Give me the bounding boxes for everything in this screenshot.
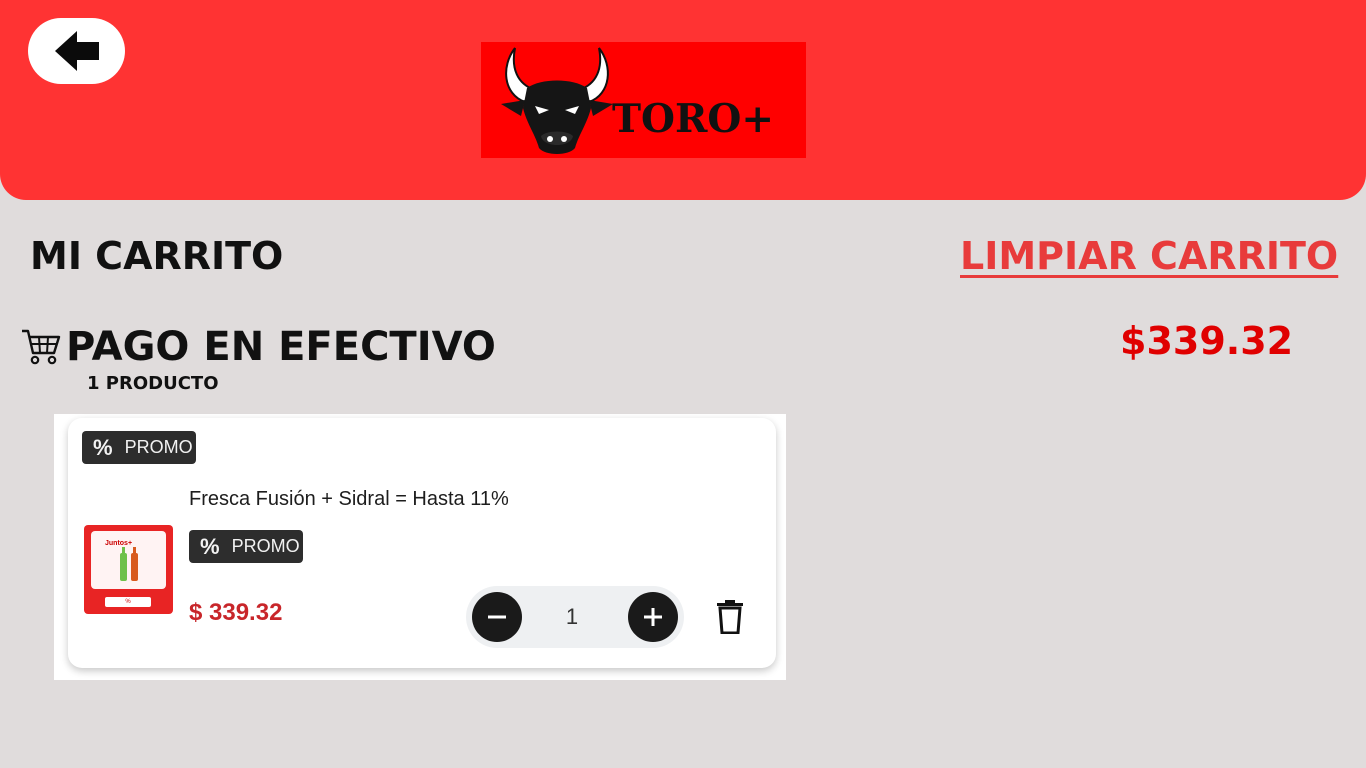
promo-badge-label: PROMO [231,536,300,556]
cart-total: $339.32 [1120,319,1294,363]
arrow-left-icon [54,31,99,71]
quantity-stepper: 1 [466,586,684,648]
product-price: $ 339.32 [189,599,283,626]
product-name: Fresca Fusión + Sidral = Hasta 11% [189,488,509,510]
plus-icon [644,608,662,626]
bull-head-icon [501,47,613,154]
quantity-value: 1 [565,604,579,629]
cart-item-panel: % PROMO Juntos+ % Fresca Fusión + Sidral… [54,414,786,680]
increase-quantity-button[interactable] [628,592,678,642]
back-button[interactable] [28,18,125,84]
product-image-label: Juntos+ [105,540,133,547]
trash-icon[interactable] [716,600,744,634]
app-header: TORO+ [0,0,1366,200]
brand-logo: TORO+ [481,42,806,158]
clear-cart-link[interactable]: LIMPIAR CARRITO [960,230,1338,282]
cart-item-card: % PROMO Juntos+ % Fresca Fusión + Sidral… [68,418,776,668]
product-count: 1 PRODUCTO [87,373,219,394]
payment-method-title: PAGO EN EFECTIVO [66,324,496,370]
minus-icon [488,615,506,619]
product-image-tag: % [105,597,151,607]
promo-badge-item: % PROMO [189,530,303,563]
logo-text: TORO+ [612,96,775,142]
page-title: MI CARRITO [30,234,284,278]
percent-icon: % [200,533,220,559]
promo-badge-label: PROMO [124,437,193,457]
promo-badge: % PROMO [82,431,196,464]
percent-icon: % [93,434,113,460]
product-image[interactable]: Juntos+ % [84,525,173,614]
decrease-quantity-button[interactable] [472,592,522,642]
cart-icon [22,329,61,365]
